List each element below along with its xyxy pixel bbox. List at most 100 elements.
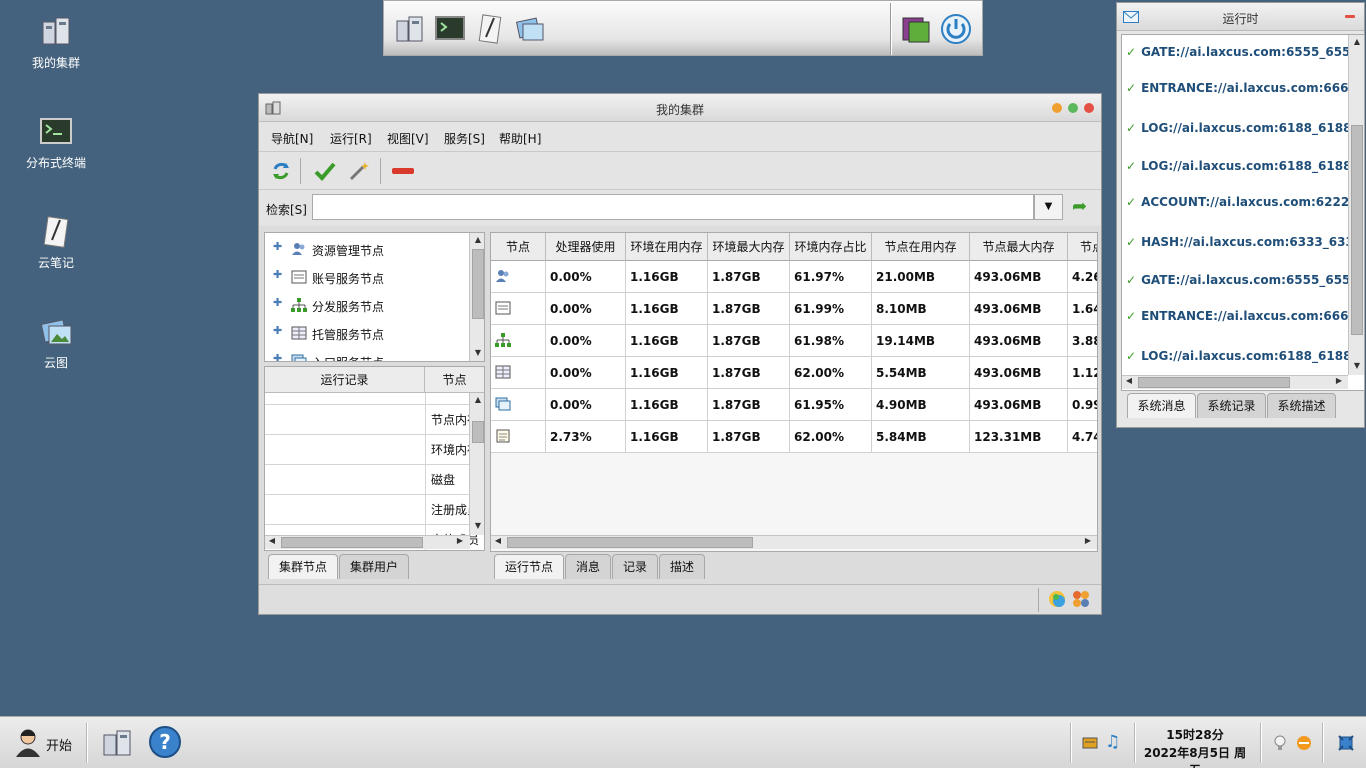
desktop-icon-image-viewer[interactable]: 云图 [6, 314, 106, 371]
image-viewer-icon[interactable] [514, 13, 546, 45]
tab-system-description[interactable]: 系统描述 [1267, 393, 1336, 418]
runtime-minimize-button[interactable] [1345, 15, 1355, 18]
log-table-hscrollbar[interactable]: ◀ ▶ [265, 535, 470, 549]
search-dropdown-button[interactable]: ▼ [1034, 194, 1063, 220]
runtime-vscrollbar[interactable]: ▲ ▼ [1348, 35, 1364, 375]
column-header[interactable]: 节点在用内存 [872, 233, 970, 261]
menu-run[interactable]: 运行[R] [330, 130, 372, 147]
tree-item-resource[interactable]: ✚ 资源管理节点 [265, 235, 465, 263]
scrollbar-thumb[interactable] [1138, 377, 1290, 388]
notebook-icon[interactable] [474, 13, 506, 45]
expand-icon[interactable]: ✚ [273, 240, 282, 253]
scroll-up-icon[interactable]: ▲ [1350, 37, 1364, 46]
maximize-button[interactable] [1068, 103, 1078, 113]
cluster-icon[interactable] [100, 726, 134, 760]
search-input[interactable] [312, 194, 1034, 220]
table-row[interactable]: 2.73% 1.16GB 1.87GB 62.00% 5.84MB 123.31… [491, 421, 1097, 453]
table-row[interactable]: 0.00% 1.16GB 1.87GB 61.95% 4.90MB 493.06… [491, 389, 1097, 421]
check-icon[interactable] [314, 160, 336, 182]
power-icon[interactable] [940, 13, 972, 45]
close-button[interactable] [1084, 103, 1094, 113]
tree-item-hosting[interactable]: ✚ 托管服务节点 [265, 319, 465, 347]
grid-hscrollbar[interactable]: ◀ ▶ [491, 535, 1097, 549]
scroll-right-icon[interactable]: ▶ [453, 536, 467, 545]
scroll-down-icon[interactable]: ▼ [471, 348, 484, 357]
desktop-icon-terminal[interactable]: 分布式终端 [6, 114, 106, 171]
minimize-button[interactable] [1052, 103, 1062, 113]
tab-cluster-nodes[interactable]: 集群节点 [268, 554, 338, 579]
scroll-left-icon[interactable]: ◀ [265, 536, 279, 545]
tab-cluster-users[interactable]: 集群用户 [339, 554, 409, 579]
status-globe-icon[interactable] [1048, 590, 1066, 608]
expand-icon[interactable]: ✚ [273, 296, 282, 309]
music-icon[interactable]: ♫ [1105, 732, 1120, 752]
column-header[interactable]: 节点 [425, 367, 484, 393]
column-header[interactable]: 节点 [491, 233, 546, 261]
scroll-right-icon[interactable]: ▶ [1081, 536, 1095, 545]
column-header[interactable]: 环境在用内存 [626, 233, 708, 261]
help-icon[interactable]: ? [148, 725, 182, 759]
window-titlebar[interactable]: 我的集群 [259, 94, 1101, 122]
scroll-up-icon[interactable]: ▲ [471, 395, 484, 404]
keyboard-icon[interactable] [1082, 735, 1098, 751]
column-header[interactable]: 节点 [1068, 233, 1097, 261]
clock-time[interactable]: 15时28分 [1140, 726, 1250, 743]
scrollbar-thumb[interactable] [281, 537, 423, 548]
tree-item-account[interactable]: ✚ 账号服务节点 [265, 263, 465, 291]
tab-system-messages[interactable]: 系统消息 [1127, 393, 1196, 418]
check-icon: ✓ [1126, 273, 1137, 287]
table-row[interactable]: 0.00% 1.16GB 1.87GB 61.99% 8.10MB 493.06… [491, 293, 1097, 325]
table-row[interactable]: 0.00% 1.16GB 1.87GB 61.98% 19.14MB 493.0… [491, 325, 1097, 357]
menu-navigate[interactable]: 导航[N] [271, 130, 313, 147]
table-row[interactable]: 0.00% 1.16GB 1.87GB 61.97% 21.00MB 493.0… [491, 261, 1097, 293]
cluster-icon[interactable] [394, 13, 426, 45]
column-header[interactable]: 节点最大内存 [970, 233, 1068, 261]
column-header[interactable]: 环境最大内存 [708, 233, 790, 261]
menu-help[interactable]: 帮助[H] [499, 130, 541, 147]
tree-item-entrance[interactable]: ✚ 入口服务节点 [265, 347, 465, 361]
terminal-icon[interactable] [434, 13, 466, 45]
tab-messages[interactable]: 消息 [565, 554, 611, 579]
scroll-left-icon[interactable]: ◀ [491, 536, 505, 545]
refresh-icon[interactable] [270, 160, 292, 182]
show-desktop-icon[interactable] [1338, 735, 1354, 751]
column-header[interactable]: 运行记录 [265, 367, 425, 393]
search-go-button[interactable]: ➦ [1072, 197, 1094, 217]
magic-wand-icon[interactable] [348, 160, 370, 182]
scrollbar-thumb[interactable] [472, 249, 484, 319]
log-table-scrollbar[interactable]: ▲ ▼ [469, 393, 484, 535]
menu-service[interactable]: 服务[S] [444, 130, 485, 147]
remove-icon[interactable] [392, 160, 414, 182]
status-orb-icon[interactable] [1296, 735, 1312, 751]
tab-description[interactable]: 描述 [659, 554, 705, 579]
clock-date[interactable]: 2022年8月5日 周五 [1138, 744, 1252, 768]
runtime-titlebar[interactable]: 运行时 [1117, 3, 1364, 31]
menu-view[interactable]: 视图[V] [387, 130, 429, 147]
tree-scrollbar[interactable]: ▲ ▼ [469, 233, 484, 361]
lightbulb-icon[interactable] [1272, 735, 1288, 751]
column-header[interactable]: 处理器使用 [546, 233, 626, 261]
expand-icon[interactable]: ✚ [273, 268, 282, 281]
scroll-down-icon[interactable]: ▼ [1350, 361, 1364, 370]
start-button[interactable]: 开始 [12, 725, 82, 761]
expand-icon[interactable]: ✚ [273, 352, 282, 361]
scrollbar-thumb[interactable] [472, 421, 484, 443]
scroll-right-icon[interactable]: ▶ [1332, 376, 1346, 385]
scroll-down-icon[interactable]: ▼ [471, 521, 484, 530]
runtime-hscrollbar[interactable]: ◀ ▶ [1122, 375, 1348, 389]
scrollbar-thumb[interactable] [507, 537, 753, 548]
expand-icon[interactable]: ✚ [273, 324, 282, 337]
tree-item-distribute[interactable]: ✚ 分发服务节点 [265, 291, 465, 319]
desktop-switch-icon[interactable] [900, 13, 932, 45]
desktop-icon-cluster[interactable]: 我的集群 [6, 14, 106, 71]
tab-running-nodes[interactable]: 运行节点 [494, 554, 564, 579]
scrollbar-thumb[interactable] [1351, 125, 1363, 335]
scroll-up-icon[interactable]: ▲ [471, 235, 484, 244]
status-puzzle-icon[interactable] [1072, 590, 1090, 608]
desktop-icon-notebook[interactable]: 云笔记 [6, 214, 106, 271]
tab-system-records[interactable]: 系统记录 [1197, 393, 1266, 418]
scroll-left-icon[interactable]: ◀ [1122, 376, 1136, 385]
table-row[interactable]: 0.00% 1.16GB 1.87GB 62.00% 5.54MB 493.06… [491, 357, 1097, 389]
tab-records[interactable]: 记录 [612, 554, 658, 579]
column-header[interactable]: 环境内存占比 [790, 233, 872, 261]
